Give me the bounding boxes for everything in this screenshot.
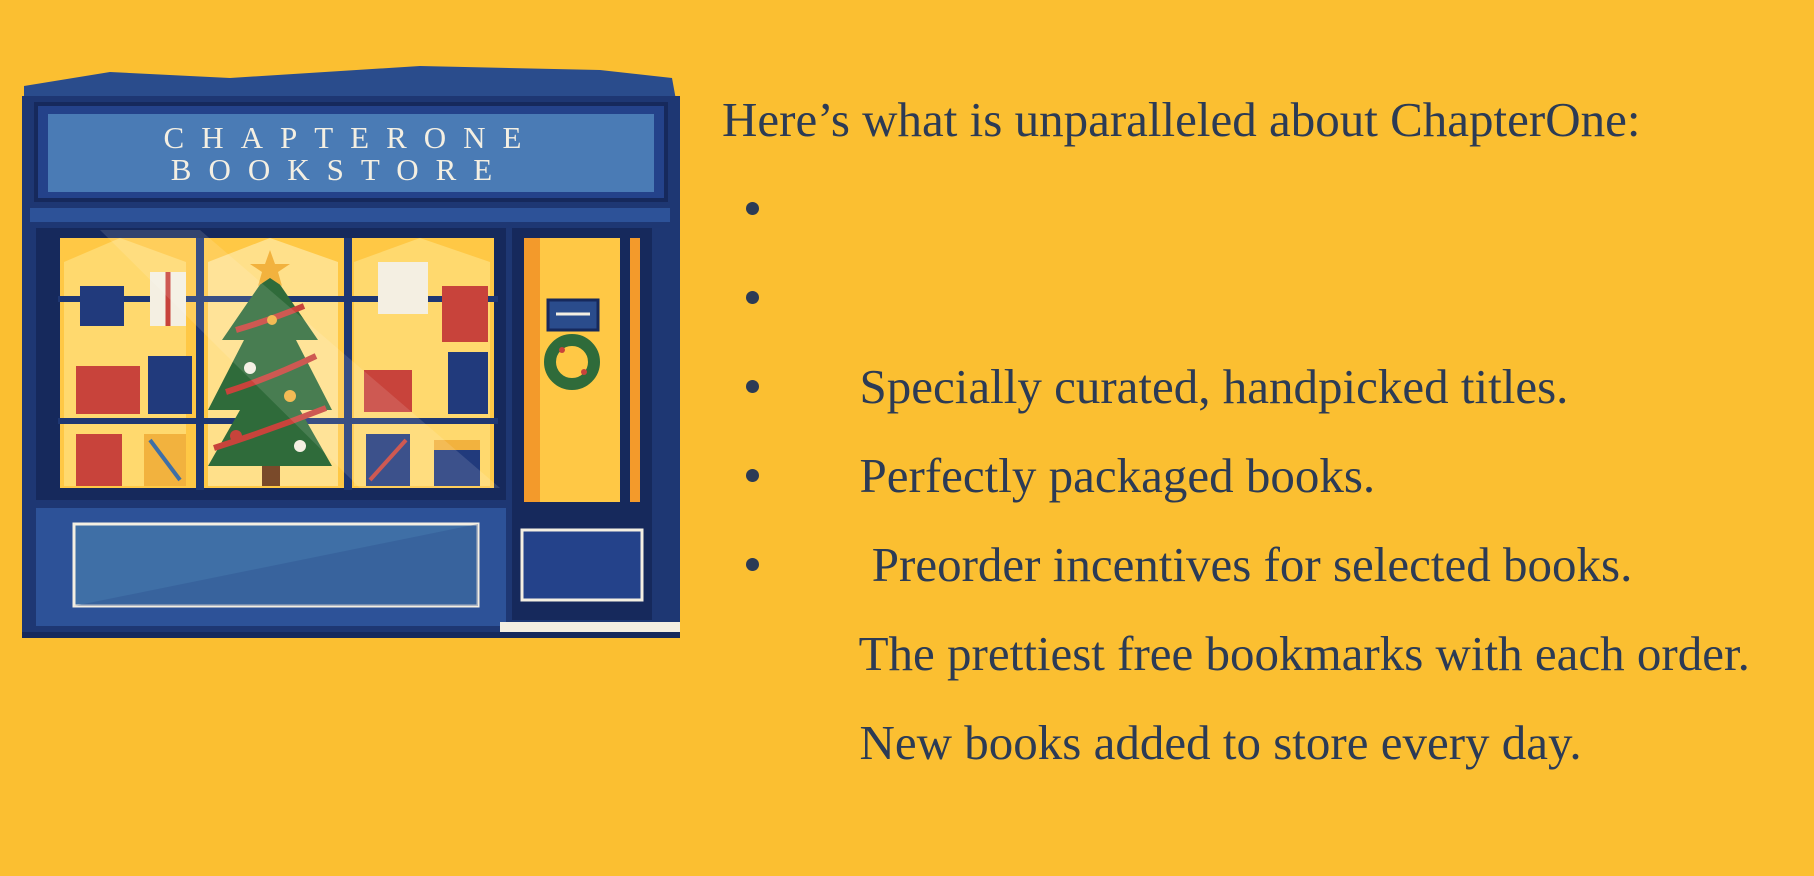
features-list: Specially curated, handpicked titles. Pe… bbox=[722, 164, 1802, 770]
feature-item-preorder-incentives: Preorder incentives for selected books. bbox=[722, 342, 1802, 592]
feature-item-packaged-books: Perfectly packaged books. bbox=[722, 253, 1802, 503]
feature-item-curated-titles: Specially curated, handpicked titles. bbox=[722, 164, 1802, 414]
store-sign-line1: CHAPTERONE bbox=[164, 120, 539, 155]
bullet-icon bbox=[746, 558, 759, 571]
feature-item-free-bookmarks: The prettiest free bookmarks with each o… bbox=[722, 431, 1802, 681]
feature-text: New books added to store every day. bbox=[859, 715, 1582, 770]
features-panel: Here’s what is unparalleled about Chapte… bbox=[722, 88, 1802, 770]
features-heading: Here’s what is unparalleled about Chapte… bbox=[722, 92, 1641, 147]
feature-item-new-books: New books added to store every day. bbox=[722, 520, 1802, 770]
bullet-icon bbox=[746, 380, 759, 393]
bullet-icon bbox=[746, 202, 759, 215]
bullet-icon bbox=[746, 469, 759, 482]
bookstore-illustration: CHAPTERONE BOOKSTORE bbox=[0, 0, 700, 658]
bookstore-storefront-image: CHAPTERONE BOOKSTORE bbox=[22, 66, 680, 638]
feature-text: The prettiest free bookmarks with each o… bbox=[858, 626, 1750, 681]
bullet-icon bbox=[746, 291, 759, 304]
store-sign-line2: BOOKSTORE bbox=[171, 152, 509, 187]
